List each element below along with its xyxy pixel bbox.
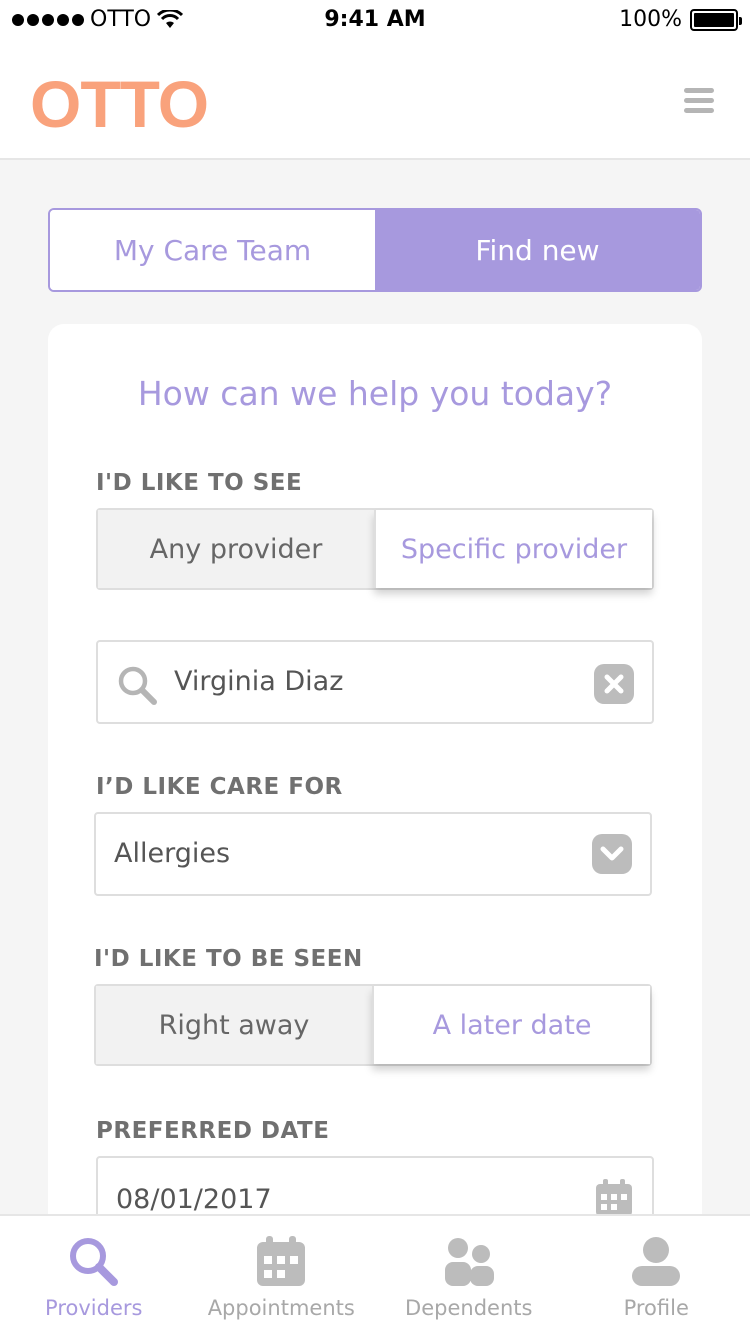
preferred-date-label: PREFERRED DATE	[96, 1118, 330, 1144]
status-bar: OTTO 9:41 AM 100%	[0, 0, 750, 40]
app-header: OTTO	[0, 40, 750, 160]
option-any-provider[interactable]: Any provider	[98, 510, 374, 588]
tab-my-care-team[interactable]: My Care Team	[50, 210, 375, 290]
nav-dependents[interactable]: Dependents	[375, 1216, 563, 1334]
clear-icon[interactable]	[594, 664, 634, 704]
preferred-date-value[interactable]: 08/01/2017	[116, 1184, 272, 1215]
provider-type-toggle: Any provider Specific provider	[96, 508, 654, 590]
nav-label: Profile	[623, 1296, 689, 1320]
search-form-card: How can we help you today? I'D LIKE TO S…	[48, 324, 702, 1334]
provider-search-field[interactable]: Virginia Diaz	[96, 640, 654, 724]
timing-toggle: Right away A later date	[94, 984, 652, 1066]
option-right-away[interactable]: Right away	[96, 986, 372, 1064]
be-seen-label: I'D LIKE TO BE SEEN	[94, 946, 363, 972]
group-icon	[444, 1238, 494, 1286]
battery-icon	[690, 8, 742, 31]
search-icon	[69, 1238, 118, 1286]
hamburger-menu-icon[interactable]	[684, 88, 714, 113]
otto-logo: OTTO	[30, 67, 209, 141]
search-icon	[118, 666, 157, 705]
care-for-select[interactable]: Allergies	[94, 812, 652, 896]
nav-appointments[interactable]: Appointments	[188, 1216, 376, 1334]
care-tabs: My Care Team Find new	[48, 208, 702, 292]
form-title: How can we help you today?	[137, 374, 613, 413]
search-input-value[interactable]: Virginia Diaz	[174, 666, 343, 697]
care-for-value: Allergies	[114, 838, 231, 869]
nav-label: Providers	[45, 1296, 143, 1320]
see-label: I'D LIKE TO SEE	[96, 470, 303, 496]
battery-percent: 100%	[619, 7, 682, 32]
option-later-date[interactable]: A later date	[372, 986, 650, 1064]
nav-profile[interactable]: Profile	[563, 1216, 750, 1334]
status-right: 100%	[619, 7, 742, 32]
chevron-down-icon[interactable]	[592, 834, 632, 874]
person-icon	[632, 1237, 681, 1286]
tab-find-new[interactable]: Find new	[375, 210, 700, 290]
nav-label: Appointments	[207, 1296, 355, 1320]
care-for-label: I’D LIKE CARE FOR	[96, 774, 343, 800]
nav-providers[interactable]: Providers	[0, 1216, 188, 1334]
calendar-icon	[257, 1236, 306, 1286]
nav-label: Dependents	[405, 1296, 533, 1320]
bottom-nav: Providers Appointments Dependents Profil…	[0, 1214, 750, 1334]
option-specific-provider[interactable]: Specific provider	[374, 510, 652, 588]
calendar-icon[interactable]	[594, 1178, 634, 1218]
